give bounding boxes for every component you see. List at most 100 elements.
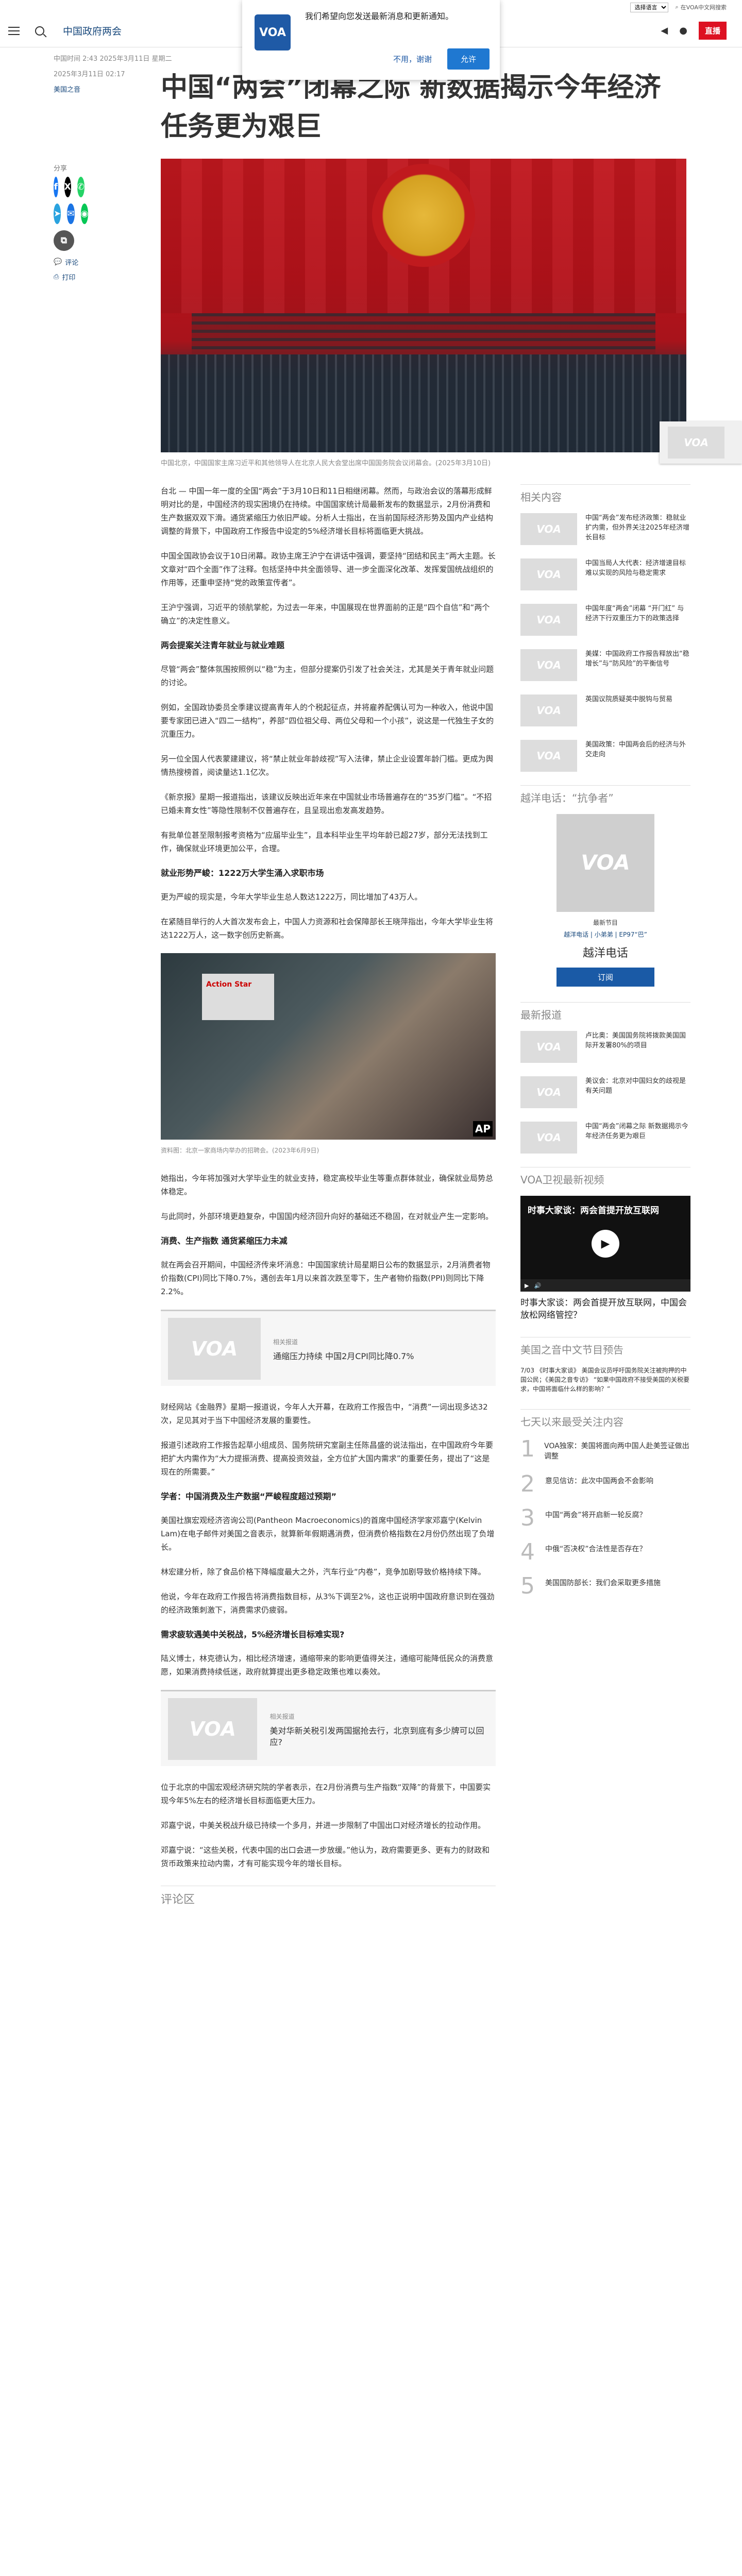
email-icon[interactable]: ✉	[67, 204, 75, 224]
related-item[interactable]: VOA 美媒：中国政府工作报告释放出“稳增长”与“防风险”的平衡信号	[520, 649, 690, 681]
promo-line: 最新节目	[593, 919, 618, 926]
facebook-icon[interactable]: f	[54, 177, 58, 197]
whatsapp-icon[interactable]: ✆	[77, 177, 85, 197]
paragraph: 例如，全国政协委员全季建议提高青年人的个税起征点，并将雇养配偶认可为一种收入，他…	[161, 703, 494, 739]
related-item[interactable]: VOA 美国政策：中国两会后的经济与外交走向	[520, 740, 690, 772]
latest-title: 最新报道	[520, 1002, 690, 1022]
voa-logo: VOA	[255, 14, 291, 50]
job-fair-photo: Action Star AP	[161, 953, 496, 1140]
live-button[interactable]: 直播	[698, 22, 727, 40]
paragraph: 更为严峻的现实是，今年大学毕业生总人数达1222万，同比增加了43万人。	[161, 892, 423, 902]
embed-headline[interactable]: 通缩压力持续 中国2月CPI同比降0.7%	[273, 1351, 414, 1362]
paragraph: 与此同时，外部环境更趋复杂，中国国内经济回升向好的基础还不稳固，在对就业产生一定…	[161, 1212, 494, 1221]
paragraph: 台北 — 中国一年一度的全国“两会”于3月10日和11日相继闭幕。然而，与政治会…	[161, 486, 494, 536]
notification-prompt: VOA 我们希望向您发送最新消息和更新通知。 不用，谢谢 允许	[242, 0, 500, 80]
hero-image	[161, 159, 686, 452]
comments-heading: 评论区	[161, 1886, 496, 1907]
latest-item[interactable]: VOA 卢比奥：美国国务院将拨款美国国际开发署80%的项目	[520, 1031, 690, 1063]
section-heading: 消费、生产指数 通货紧缩压力未减	[161, 1236, 288, 1246]
voa-logo: VOA	[520, 1122, 577, 1154]
play-small-icon[interactable]: ▶	[525, 1282, 529, 1289]
related-item[interactable]: VOA 中国年度“两会”闭幕 “开门红” 与经济下行双重压力下的政策选择	[520, 604, 690, 636]
podcast-promo: VOA 最新节目 越洋电话 | 小弟弟 | EP97“巴” 越洋电话 订阅	[520, 814, 690, 987]
subscribe-button[interactable]: 订阅	[556, 968, 654, 987]
article-meta: 中国时间 2:43 2025年3月11日 星期二 2025年3月11日 02:1…	[54, 52, 172, 98]
voa-logo: VOA	[668, 427, 724, 459]
allow-button[interactable]: 允许	[447, 48, 490, 70]
most-viewed-item[interactable]: 4 中俄“否决权”合法性是否存在？	[520, 1541, 690, 1564]
sidebar: 相关内容 VOA 中国“两会”发布经济政策：稳就业扩内需，但外界关注2025年经济…	[520, 484, 690, 1609]
publish-date: 中国时间 2:43 2025年3月11日 星期二	[54, 55, 172, 63]
play-icon[interactable]: ▶	[592, 1230, 619, 1258]
voa-logo: VOA	[520, 1031, 577, 1063]
embed-headline[interactable]: 美对华新关税引发两国据抢去行，北京到底有多少牌可以回应?	[269, 1725, 488, 1748]
voa-logo: VOA	[520, 604, 577, 636]
copy-link-icon[interactable]: ⧉	[54, 230, 74, 251]
latest-item[interactable]: VOA 美议会：北京对中国妇女的歧视是有关问题	[520, 1076, 690, 1108]
video-caption[interactable]: 时事大家谈：两会首提开放互联网，中国会放松网络管控？	[520, 1297, 690, 1321]
notification-text: 我们希望向您发送最新消息和更新通知。	[305, 11, 454, 21]
hero-caption: 中国北京，中国国家主席习近平和其他领导人在北京人民大会堂出席中国国务院会议闭幕会…	[161, 460, 491, 467]
paragraph: 有批单位甚至限制报考资格为“应届毕业生”，且本科毕业生平均年龄已超27岁，部分无…	[161, 831, 488, 853]
related-item[interactable]: VOA 中国“两会”发布经济政策：稳就业扩内需，但外界关注2025年经济增长目标	[520, 513, 690, 545]
user-icon[interactable]: ●	[679, 25, 687, 36]
paragraph: 美国社旗宏观经济咨询公司(Pantheon Macroeconomics)的首席…	[161, 1516, 495, 1552]
ap-credit: AP	[473, 1121, 493, 1137]
site-brand[interactable]: 中国政府两会	[63, 24, 122, 38]
paragraph: 中国全国政协会议于10日闭幕。政协主席王沪宁在讲话中强调，要坚持“团结和民主”两…	[161, 551, 496, 587]
speaker-icon[interactable]: ◀	[661, 25, 668, 36]
deny-button[interactable]: 不用，谢谢	[384, 48, 441, 70]
floating-video-thumb[interactable]: VOA	[660, 421, 742, 464]
comment-icon: 💬	[54, 258, 62, 266]
voa-logo: VOA	[168, 1317, 261, 1380]
top7-title: 七天以来最受关注内容	[520, 1409, 690, 1429]
x-icon[interactable]: X	[64, 177, 71, 197]
section-heading: 学者：中国消费及生产数据“严峻程度超过预期”	[161, 1492, 337, 1501]
print-icon: ⎙	[54, 273, 59, 281]
schedule-title: 美国之音中文节目预告	[520, 1337, 690, 1357]
print-link[interactable]: ⎙ 打印	[54, 272, 85, 282]
paragraph: 《新京报》星期一报道指出，该建议反映出近年来在中国就业市场普遍存在的“35岁门槛…	[161, 792, 492, 815]
paragraph: 她指出，今年将加强对大学毕业生的就业支持，稳定高校毕业生等重点群体就业，确保就业…	[161, 1174, 494, 1196]
promo-episode-link[interactable]: 越洋电话 | 小弟弟 | EP97“巴”	[520, 930, 690, 939]
video-section-title: VOA卫视最新视频	[520, 1167, 690, 1187]
share-column: 分享 f X ✆ ➤ ✉ ◉ ⧉ 💬 评论 ⎙ 打印	[54, 163, 89, 282]
menu-icon[interactable]	[8, 26, 20, 35]
language-select[interactable]: 选择语言	[630, 2, 668, 12]
photo-caption: 资料图：北京一家商场内举办的招聘会。(2023年6月9日)	[161, 1147, 319, 1154]
most-viewed-list: 1 VOA独家：美国将面向两中国人赴美签证做出调整 2 意见信访：此次中国两会不会影…	[520, 1438, 690, 1598]
paragraph: 林宏建分析，除了食品价格下降幅度最大之外，汽车行业“内卷”，竞争加剧导致价格持续…	[161, 1567, 486, 1577]
volume-icon[interactable]: 🔊	[534, 1282, 541, 1289]
most-viewed-item[interactable]: 5 美国国防部长：我们会采取更多措施	[520, 1575, 690, 1598]
voa-logo: VOA	[520, 740, 577, 772]
video-controls[interactable]: ▶ 🔊	[520, 1279, 690, 1292]
video-player[interactable]: 时事大家谈：两会首提开放互联网 ▶ ▶ 🔊	[520, 1196, 690, 1292]
related-embed[interactable]: VOA 相关报道 通缩压力持续 中国2月CPI同比降0.7%	[161, 1310, 496, 1386]
section-heading: 两会提案关注青年就业与就业难题	[161, 640, 285, 650]
comments-link[interactable]: 💬 评论	[54, 257, 85, 267]
voa-logo: VOA	[520, 1076, 577, 1108]
most-viewed-item[interactable]: 3 中国“两会”将开启新一轮反腐？	[520, 1507, 690, 1530]
most-viewed-item[interactable]: 2 意见信访：此次中国两会不会影响	[520, 1473, 690, 1496]
paragraph: 尽管“两会”整体氛围按照例以“稳”为主，但部分提案仍引发了社会关注，尤其是关于青…	[161, 665, 494, 687]
national-emblem	[372, 164, 475, 267]
most-viewed-item[interactable]: 1 VOA独家：美国将面向两中国人赴美签证做出调整	[520, 1438, 690, 1462]
line-icon[interactable]: ◉	[80, 204, 89, 224]
voa-logo: VOA	[520, 513, 577, 545]
related-item[interactable]: VOA 英国议院质疑英中脱钩与贸易	[520, 694, 690, 726]
search-icon[interactable]	[35, 26, 44, 36]
author-link[interactable]: 美国之音	[54, 82, 172, 98]
related-item[interactable]: VOA 中国当局人大代表：经济增速目标难以实现的风险与稳定需求	[520, 558, 690, 590]
share-label: 分享	[54, 165, 68, 173]
search-link[interactable]: ⌕ 在VOA中文网搜索	[676, 3, 727, 11]
embed-label: 相关报道	[273, 1338, 298, 1346]
voa-logo: VOA	[168, 1698, 258, 1760]
latest-item[interactable]: VOA 中国“两会”闭幕之际 新数据揭示今年经济任务更为艰巨	[520, 1122, 690, 1154]
section-heading: 就业形势严峻：1222万大学生涌入求职市场	[161, 868, 324, 878]
podcast-cover[interactable]: VOA	[556, 814, 654, 912]
paragraph: 他说，今年在政府工作报告将消费指数目标，从3%下调至2%，这也正说明中国政府意识…	[161, 1592, 495, 1615]
article-body: 台北 — 中国一年一度的全国“两会”于3月10日和11日相继闭幕。然而，与政治会…	[161, 484, 496, 1907]
related-embed[interactable]: VOA 相关报道 美对华新关税引发两国据抢去行，北京到底有多少牌可以回应?	[161, 1690, 496, 1766]
telegram-icon[interactable]: ➤	[54, 204, 61, 224]
paragraph: 财经网站《金融界》星期一报道说，今年人大开幕，在政府工作报告中，“消费”一词出现…	[161, 1402, 488, 1425]
